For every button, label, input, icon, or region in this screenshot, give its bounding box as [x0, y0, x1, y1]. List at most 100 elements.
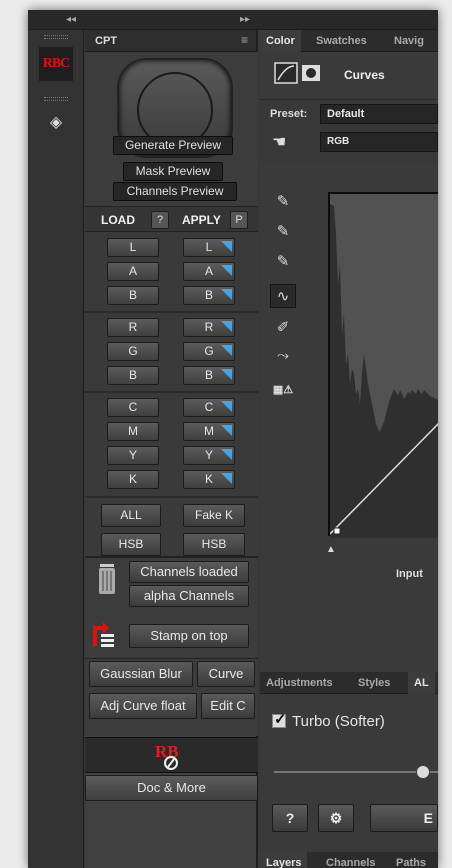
tab-paths[interactable]: Paths	[390, 852, 432, 868]
turbo-checkbox[interactable]: Turbo (Softer)	[272, 710, 385, 730]
tab-color[interactable]: Color	[260, 30, 301, 52]
hsb-apply-button[interactable]: HSB	[183, 533, 245, 556]
hand-target-icon[interactable]: ☚	[272, 132, 286, 152]
curve-button[interactable]: Curve	[197, 661, 255, 687]
edit-c-button[interactable]: Edit C	[201, 693, 255, 719]
load-l-button[interactable]: L	[107, 238, 159, 257]
apply-y-button[interactable]: Y	[183, 446, 235, 465]
blur-curve-section: Gaussian Blur Curve Adj Curve float Edit…	[85, 658, 258, 736]
fake-k-button[interactable]: Fake K	[183, 504, 245, 527]
load-k-button[interactable]: K	[107, 470, 159, 489]
channels-preview-button[interactable]: Channels Preview	[113, 182, 237, 201]
expand-right-icon[interactable]: ▸▸	[240, 13, 250, 27]
divider	[85, 391, 258, 393]
load-label: LOAD	[101, 213, 135, 227]
all-button[interactable]: ALL	[101, 504, 161, 527]
clipping-warning-icon[interactable]: ▦⚠	[270, 378, 296, 402]
collapse-left-icon[interactable]: ◂◂	[66, 13, 76, 27]
checkbox-checked-icon[interactable]	[272, 710, 287, 728]
apply-a-button[interactable]: A	[183, 262, 235, 281]
load-c-button[interactable]: C	[107, 398, 159, 417]
tab-al[interactable]: AL	[408, 672, 435, 694]
turbo-label: Turbo (Softer)	[292, 713, 385, 730]
pencil-icon[interactable]: ✐	[270, 316, 296, 340]
curves-graph[interactable]: ▲	[326, 192, 438, 555]
curves-tools: ✎ ✎ ✎ ∿ ✐ ⤳ ▦⚠	[270, 190, 300, 430]
adj-curve-float-button[interactable]: Adj Curve float	[89, 693, 197, 719]
divider	[85, 311, 258, 313]
load-y-button[interactable]: Y	[107, 446, 159, 465]
rb-logo-icon[interactable]: RB	[151, 741, 191, 771]
gaussian-blur-button[interactable]: Gaussian Blur	[89, 661, 193, 687]
curves-title: Curves	[344, 68, 385, 82]
tab-channels[interactable]: Channels	[320, 852, 382, 868]
tab-swatches[interactable]: Swatches	[310, 30, 373, 52]
smooth-icon[interactable]: ⤳	[270, 344, 296, 368]
curves-adjustment-icon[interactable]	[274, 62, 324, 84]
load-b-button[interactable]: B	[107, 286, 159, 305]
top-tab-bar: Color Swatches Navig	[260, 30, 438, 52]
load-apply-row: LOAD ? APPLY P	[85, 206, 258, 232]
slider-knob[interactable]	[416, 765, 430, 779]
help-button[interactable]: ?	[272, 804, 308, 832]
adjustments-tab-bar: Adjustments Styles AL	[260, 672, 438, 694]
rbc-logo-icon[interactable]: RBC	[39, 47, 73, 81]
channel-dropdown[interactable]: RGB	[320, 132, 438, 152]
gray-eyedropper-icon[interactable]: ✎	[270, 220, 296, 244]
icon-dock: RBC ◈	[28, 30, 84, 868]
load-a-button[interactable]: A	[107, 262, 159, 281]
apply-c-button[interactable]: C	[183, 398, 235, 417]
hsb-load-button[interactable]: HSB	[101, 533, 161, 556]
settings-gear-button[interactable]: ⚙	[318, 804, 354, 832]
apply-g-button[interactable]: G	[183, 342, 235, 361]
input-label: Input	[396, 568, 423, 580]
apply-m-button[interactable]: M	[183, 422, 235, 441]
tab-adjustments[interactable]: Adjustments	[260, 672, 339, 694]
panel-menu-icon[interactable]: ≡	[241, 33, 248, 47]
curves-header: Curves	[260, 52, 438, 100]
cpt-panel-header: CPT ≡	[85, 30, 256, 52]
dock-grip[interactable]	[44, 97, 68, 101]
layers-tab-bar: Layers Channels Paths	[260, 852, 438, 868]
black-eyedropper-icon[interactable]: ✎	[270, 190, 296, 214]
partial-button[interactable]: E	[370, 804, 438, 832]
help-button[interactable]: ?	[151, 211, 169, 229]
cpt-panel: CPT ≡ Generate Preview Mask Preview Chan…	[85, 30, 258, 868]
apply-label: APPLY	[182, 213, 221, 227]
channel-button-grid: L A B L A B R G B R G B C M Y K C M Y K	[85, 232, 258, 556]
curve-points-icon[interactable]: ∿	[270, 284, 296, 308]
load-g-button[interactable]: G	[107, 342, 159, 361]
mask-preview-button[interactable]: Mask Preview	[123, 162, 223, 181]
alpha-channels-button[interactable]: alpha Channels	[129, 585, 249, 607]
generate-preview-button[interactable]: Generate Preview	[113, 136, 233, 155]
black-point-slider-icon[interactable]: ▲	[326, 544, 336, 555]
cpt-panel-title[interactable]: CPT	[95, 35, 117, 47]
stamp-icon[interactable]	[93, 620, 115, 648]
preset-row: Preset: Default ☚ RGB	[260, 100, 438, 162]
layers-diamond-icon[interactable]: ◈	[39, 109, 73, 137]
dock-grip[interactable]	[44, 35, 68, 39]
apply-k-button[interactable]: K	[183, 470, 235, 489]
stamp-on-top-button[interactable]: Stamp on top	[129, 624, 249, 648]
apply-l-button[interactable]: L	[183, 238, 235, 257]
apply-p-button[interactable]: P	[230, 211, 248, 229]
doc-more-button[interactable]: Doc & More	[85, 775, 258, 801]
tab-styles[interactable]: Styles	[352, 672, 396, 694]
white-eyedropper-icon[interactable]: ✎	[270, 250, 296, 274]
photoshop-panel-frame: ◂◂ ▸▸ RBC ◈ CPT ≡ Generate Preview Mask …	[28, 10, 438, 868]
tab-layers[interactable]: Layers	[260, 852, 308, 868]
tab-navigator[interactable]: Navig	[388, 30, 430, 52]
apply-b-button[interactable]: B	[183, 286, 235, 305]
apply-r-button[interactable]: R	[183, 318, 235, 337]
softness-slider[interactable]	[274, 771, 438, 773]
trash-icon[interactable]	[97, 562, 117, 596]
preview-area: Generate Preview Mask Preview Channels P…	[85, 52, 258, 206]
load-r-button[interactable]: R	[107, 318, 159, 337]
preset-dropdown[interactable]: Default	[320, 104, 438, 124]
load-rgb-b-button[interactable]: B	[107, 366, 159, 385]
channels-section: Channels loaded alpha Channels Stamp on …	[85, 558, 258, 658]
panel-top-strip: ◂◂ ▸▸	[28, 10, 438, 30]
load-m-button[interactable]: M	[107, 422, 159, 441]
channels-loaded-button[interactable]: Channels loaded	[129, 561, 249, 583]
apply-rgb-b-button[interactable]: B	[183, 366, 235, 385]
